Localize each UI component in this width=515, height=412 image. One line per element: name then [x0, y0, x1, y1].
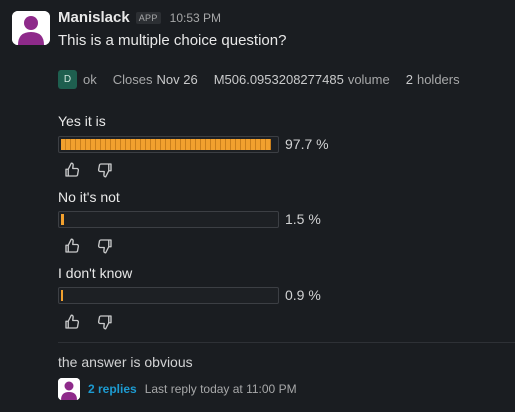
holders-count: 2: [405, 72, 413, 87]
user-avatar-icon: [58, 378, 80, 400]
holders-label: holders: [416, 72, 460, 87]
option-bar-fill: [61, 214, 64, 225]
option-label: I don't know: [58, 265, 133, 281]
thumbs-down-icon[interactable]: [96, 161, 114, 179]
divider: [58, 342, 515, 343]
creator-badge[interactable]: D: [58, 70, 77, 89]
volume-label: volume: [347, 72, 390, 87]
option-percent: 1.5 %: [285, 211, 321, 227]
poll-message: Manislack APP 10:53 PM This is a multipl…: [0, 0, 515, 412]
creator-name: ok: [83, 72, 97, 87]
volume-value: M506.0953208277485: [213, 72, 344, 87]
replies-link[interactable]: 2 replies: [88, 382, 137, 396]
app-badge: APP: [135, 11, 161, 24]
option-percent: 97.7 %: [285, 136, 329, 152]
last-reply-text: Last reply today at 11:00 PM: [144, 382, 297, 396]
thread-summary[interactable]: 2 replies Last reply today at 11:00 PM: [58, 378, 297, 400]
closes-date: Nov 26: [156, 72, 198, 87]
thumbs-up-icon[interactable]: [63, 237, 81, 255]
thumbs-up-icon[interactable]: [63, 161, 81, 179]
thumbs-up-icon[interactable]: [63, 313, 81, 331]
option-bar-fill: [61, 139, 271, 150]
thumbs-down-icon[interactable]: [96, 237, 114, 255]
option-bar-fill: [61, 290, 63, 301]
avatar[interactable]: [12, 11, 50, 45]
option-label: Yes it is: [58, 113, 106, 129]
question-text: This is a multiple choice question?: [58, 32, 287, 49]
user-avatar-icon: [12, 11, 50, 45]
option-bar: [58, 211, 279, 228]
option-bar: [58, 136, 279, 153]
reply-text: the answer is obvious: [58, 354, 193, 370]
thumbs-down-icon[interactable]: [96, 313, 114, 331]
reply-avatar[interactable]: [58, 378, 80, 400]
option-bar: [58, 287, 279, 304]
poll-meta: D ok Closes Nov 26 M506.0953208277485 vo…: [58, 70, 460, 89]
message-header: Manislack APP 10:53 PM: [58, 9, 221, 26]
option-percent: 0.9 %: [285, 287, 321, 303]
timestamp[interactable]: 10:53 PM: [170, 11, 221, 25]
closes-label: Closes: [112, 72, 153, 87]
option-label: No it's not: [58, 189, 120, 205]
sender-name[interactable]: Manislack: [58, 9, 130, 26]
